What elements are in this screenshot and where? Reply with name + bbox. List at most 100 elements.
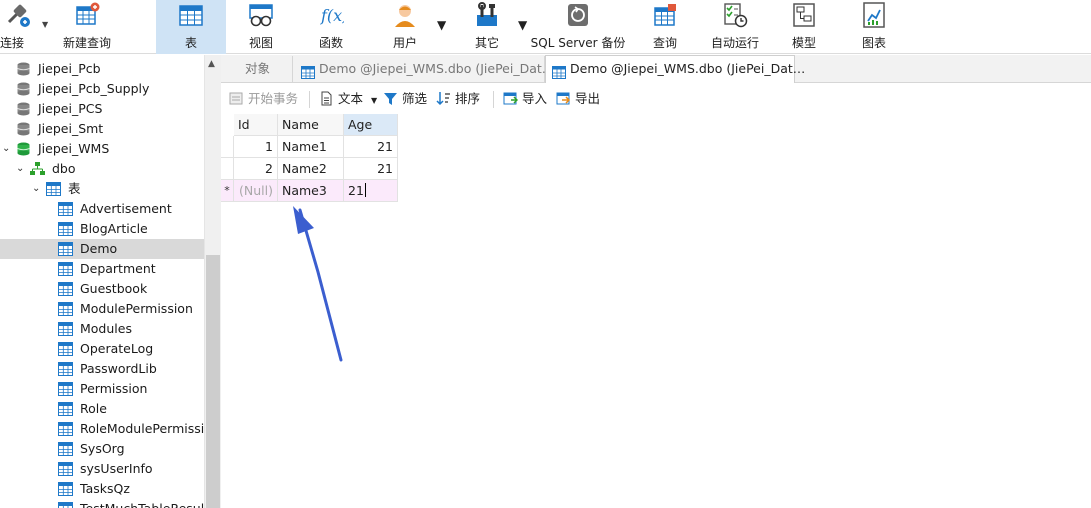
- chart-button[interactable]: 图表: [852, 0, 896, 54]
- cell-id[interactable]: 2: [234, 158, 278, 180]
- cell-age[interactable]: 21: [344, 158, 398, 180]
- row-header[interactable]: [221, 158, 234, 180]
- toolbar-divider: [493, 91, 494, 108]
- tree-item[interactable]: Department: [0, 259, 204, 279]
- new-query-button[interactable]: 新建查询: [60, 0, 114, 54]
- tree-item[interactable]: Modules: [0, 319, 204, 339]
- table-icon: [58, 362, 73, 376]
- tree-item[interactable]: ModulePermission: [0, 299, 204, 319]
- table-icon: [58, 222, 73, 236]
- sort-button[interactable]: 排序: [436, 90, 480, 108]
- cell-id-null[interactable]: (Null): [234, 180, 278, 202]
- tree-item[interactable]: TestMuchTableResult: [0, 499, 204, 508]
- tree-item[interactable]: Role: [0, 399, 204, 419]
- export-label: 导出: [575, 91, 601, 106]
- cell-age[interactable]: 21: [344, 136, 398, 158]
- expand-chevron-icon[interactable]: ⌄: [2, 139, 10, 159]
- sql-server-backup-button[interactable]: SQL Server 备份: [531, 0, 625, 54]
- column-header-age[interactable]: Age: [344, 114, 398, 136]
- tree-item[interactable]: Permission: [0, 379, 204, 399]
- chart-label: 图表: [861, 36, 887, 50]
- tab-demo-1[interactable]: Demo @Jiepei_WMS.dbo (JiePei_Dat…: [295, 56, 554, 82]
- table-icon: [58, 322, 73, 336]
- user-chevron-down-icon[interactable]: ▼: [437, 18, 446, 32]
- tab-objects[interactable]: 对象: [221, 56, 293, 82]
- backup-label: SQL Server 备份: [530, 36, 626, 50]
- tree-item-label: Role: [80, 401, 107, 416]
- table-icon: [58, 502, 73, 508]
- function-icon: f(x): [318, 2, 348, 28]
- tree-item-label: Jiepei_PCS: [38, 101, 103, 116]
- scrollbar-thumb[interactable]: [206, 255, 220, 508]
- tab-demo-2[interactable]: Demo @Jiepei_WMS.dbo (JiePei_Dat…: [545, 55, 805, 83]
- table-label: 表: [184, 36, 198, 50]
- tree-item[interactable]: Jiepei_Smt: [0, 119, 204, 139]
- tree-item-label: TestMuchTableResult: [80, 499, 204, 508]
- export-button[interactable]: 导出: [556, 90, 600, 108]
- cell-id[interactable]: 1: [234, 136, 278, 158]
- tree-item[interactable]: Jiepei_PCS: [0, 99, 204, 119]
- function-button[interactable]: f(x) 函数: [306, 0, 356, 54]
- column-header-id[interactable]: Id: [234, 114, 278, 136]
- tree-item[interactable]: ⌄ 表: [0, 179, 204, 199]
- view-button[interactable]: 视图: [236, 0, 286, 54]
- tree-item-label: dbo: [52, 161, 76, 176]
- tree-item[interactable]: Jiepei_Pcb_Supply: [0, 79, 204, 99]
- connect-button[interactable]: 连接 ▼: [0, 0, 50, 54]
- table-icon: [58, 462, 73, 476]
- text-button[interactable]: 文本 ▼: [319, 90, 377, 108]
- new-row-marker[interactable]: *: [221, 180, 234, 202]
- expand-chevron-icon[interactable]: ⌄: [16, 159, 24, 179]
- query-button[interactable]: 查询: [640, 0, 690, 54]
- connect-label: 连接: [0, 36, 25, 50]
- cell-name[interactable]: Name3: [278, 180, 344, 202]
- import-button[interactable]: 导入: [503, 90, 547, 108]
- model-button[interactable]: 模型: [782, 0, 826, 54]
- table-button[interactable]: 表: [156, 0, 226, 54]
- tree-item[interactable]: sysUserInfo: [0, 459, 204, 479]
- schema-icon: [30, 162, 45, 176]
- expand-chevron-icon[interactable]: ⌄: [32, 179, 40, 199]
- scroll-up-icon[interactable]: ▲: [208, 59, 215, 69]
- toolbar-divider: [309, 91, 310, 108]
- user-label: 用户: [392, 36, 418, 50]
- tree-item[interactable]: ⌄ Jiepei_WMS: [0, 139, 204, 159]
- function-label: 函数: [318, 36, 344, 50]
- user-button[interactable]: 用户: [380, 0, 430, 54]
- tree-item[interactable]: BlogArticle: [0, 219, 204, 239]
- tree-item[interactable]: RoleModulePermissic: [0, 419, 204, 439]
- table-icon: [58, 242, 73, 256]
- table-icon: [58, 402, 73, 416]
- automation-button[interactable]: 自动运行: [708, 0, 762, 54]
- tree-item-label: Jiepei_Pcb_Supply: [38, 81, 150, 96]
- chevron-down-icon[interactable]: ▼: [42, 20, 48, 29]
- filter-button[interactable]: 筛选: [383, 90, 427, 108]
- tree-item[interactable]: TasksQz: [0, 479, 204, 499]
- tree-item[interactable]: ⌄ dbo: [0, 159, 204, 179]
- tree-scrollbar[interactable]: ▲: [204, 55, 221, 508]
- other-chevron-down-icon[interactable]: ▼: [518, 18, 527, 32]
- cell-age-value: 21: [348, 183, 364, 198]
- cell-age-editing[interactable]: 21: [344, 180, 398, 202]
- column-header-name[interactable]: Name: [278, 114, 344, 136]
- tree-item-label: Jiepei_Smt: [38, 121, 104, 136]
- row-header[interactable]: [221, 136, 234, 158]
- tree-item[interactable]: OperateLog: [0, 339, 204, 359]
- tree-item[interactable]: Guestbook: [0, 279, 204, 299]
- tree-item-label: Demo: [80, 241, 118, 256]
- query-label: 查询: [652, 36, 678, 50]
- tree-item[interactable]: Advertisement: [0, 199, 204, 219]
- cell-name[interactable]: Name1: [278, 136, 344, 158]
- tree-item-label: 表: [68, 181, 81, 196]
- tree-item[interactable]: Demo: [0, 239, 204, 259]
- text-chevron-down-icon[interactable]: ▼: [371, 96, 377, 105]
- other-button[interactable]: 其它: [462, 0, 512, 54]
- cell-name[interactable]: Name2: [278, 158, 344, 180]
- begin-transaction-button[interactable]: 开始事务: [229, 90, 298, 108]
- tree-item[interactable]: PasswordLib: [0, 359, 204, 379]
- tree-item[interactable]: SysOrg: [0, 439, 204, 459]
- main-ribbon: 连接 ▼ 新建查询 表 视图 f(x) 函数 用户 ▼: [0, 0, 1091, 54]
- tree-item[interactable]: Jiepei_Pcb: [0, 59, 204, 79]
- table-icon: [58, 422, 73, 436]
- database-icon: [16, 62, 31, 76]
